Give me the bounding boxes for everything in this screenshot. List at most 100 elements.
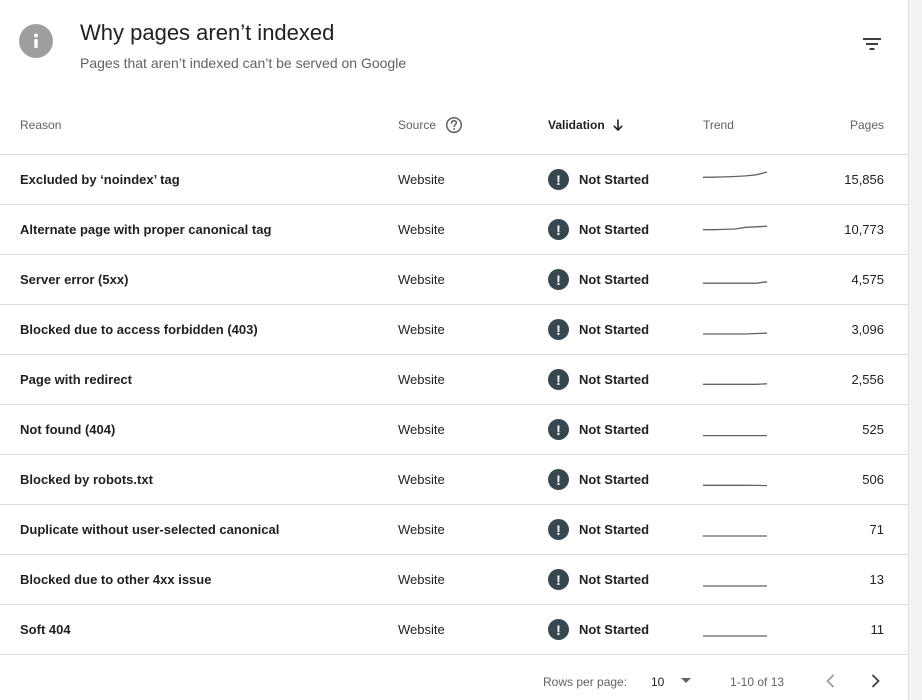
table-header: Reason Source Validation Trend Pages (0, 96, 908, 155)
exclamation-icon: ! (548, 369, 569, 390)
row-trend (702, 255, 768, 304)
row-source: Website (398, 605, 445, 654)
column-header-trend[interactable]: Trend (703, 96, 734, 154)
row-pages-count: 10,773 (844, 205, 884, 254)
table-row[interactable]: Blocked due to access forbidden (403) Web… (0, 305, 908, 355)
trend-sparkline (702, 270, 768, 290)
table-row[interactable]: Duplicate without user-selected canonica… (0, 505, 908, 555)
validation-status-label: Not Started (579, 622, 649, 637)
row-pages-count: 4,575 (851, 255, 884, 304)
row-validation-status: ! Not Started (548, 555, 649, 604)
row-validation-status: ! Not Started (548, 255, 649, 304)
validation-status-label: Not Started (579, 572, 649, 587)
validation-status-label: Not Started (579, 322, 649, 337)
row-validation-status: ! Not Started (548, 355, 649, 404)
table-row[interactable]: Excluded by ‘noindex’ tagWebsite!Not Sta… (0, 155, 908, 205)
row-trend (702, 305, 768, 354)
row-trend (702, 555, 768, 604)
report-header: Why pages aren’t indexed Pages that aren… (0, 0, 908, 95)
exclamation-icon: ! (548, 319, 569, 340)
arrow-down-icon (611, 118, 625, 132)
row-reason: Page with redirect (20, 355, 132, 404)
row-pages-count: 2,556 (851, 355, 884, 404)
table-row[interactable]: Blocked by robots.txtWebsite!Not Started… (0, 455, 908, 505)
validation-status-label: Not Started (579, 372, 649, 387)
row-source: Website (398, 305, 445, 354)
table-body: Excluded by ‘noindex’ tagWebsite!Not Sta… (0, 155, 908, 655)
row-source: Website (398, 205, 445, 254)
row-validation-status: ! Not Started (548, 405, 649, 454)
validation-status-label: Not Started (579, 472, 649, 487)
table-row[interactable]: Not found (404) Website! Not Started 525 (0, 405, 908, 455)
column-reason-label: Reason (20, 118, 61, 132)
column-pages-label: Pages (850, 118, 884, 132)
row-trend (702, 455, 768, 504)
exclamation-icon: ! (548, 169, 569, 190)
trend-sparkline (702, 220, 768, 240)
trend-sparkline (702, 520, 768, 540)
row-pages-count: 3,096 (851, 305, 884, 354)
row-reason: Server error (5xx) (20, 255, 128, 304)
column-validation-label: Validation (548, 118, 605, 132)
filter-button[interactable] (856, 28, 888, 60)
trend-sparkline (702, 370, 768, 390)
table-row[interactable]: Alternate page with proper canonical tag… (0, 205, 908, 255)
row-pages-count: 71 (870, 505, 884, 554)
row-pages-count: 11 (871, 605, 885, 654)
row-validation-status: ! Not Started (548, 455, 649, 504)
column-header-source[interactable]: Source (398, 96, 463, 154)
row-pages-count: 13 (870, 555, 884, 604)
row-validation-status: !Not Started (548, 605, 649, 654)
exclamation-icon: ! (548, 569, 569, 590)
validation-status-label: Not Started (579, 172, 649, 187)
row-trend (702, 355, 768, 404)
table-row[interactable]: Server error (5xx)Website!Not Started4,5… (0, 255, 908, 305)
trend-line (703, 172, 767, 177)
column-header-pages[interactable]: Pages (850, 96, 884, 154)
trend-line (703, 333, 767, 334)
trend-sparkline (702, 320, 768, 340)
dropdown-arrow-icon[interactable] (680, 674, 692, 686)
validation-status-label: Not Started (579, 422, 649, 437)
help-icon[interactable] (445, 116, 463, 134)
trend-line (703, 383, 767, 384)
row-reason: Not found (404) (20, 405, 115, 454)
trend-sparkline (702, 570, 768, 590)
rows-per-page-select[interactable]: 10 (651, 675, 664, 689)
row-pages-count: 525 (862, 405, 884, 454)
row-source: Website (398, 505, 445, 554)
validation-status-label: Not Started (579, 522, 649, 537)
row-source: Website (398, 155, 445, 204)
column-header-validation[interactable]: Validation (548, 96, 625, 154)
trend-line (703, 281, 767, 282)
row-trend (702, 155, 768, 204)
row-source: Website (398, 405, 445, 454)
table-row[interactable]: Soft 404 Website !Not Started 11 (0, 605, 908, 655)
row-source: Website (398, 355, 445, 404)
filter-icon (862, 36, 882, 52)
chevron-left-icon[interactable] (822, 672, 840, 690)
row-reason: Soft 404 (20, 605, 71, 654)
table-row[interactable]: Page with redirect Website! Not Started 2,5… (0, 355, 908, 405)
trend-line (703, 226, 767, 230)
validation-status-label: Not Started (579, 272, 649, 287)
trend-sparkline (702, 470, 768, 490)
column-header-reason[interactable]: Reason (20, 96, 61, 154)
row-trend (702, 605, 768, 654)
table-row[interactable]: Blocked due to other 4xx issueWebsite!No… (0, 555, 908, 605)
exclamation-icon: ! (548, 469, 569, 490)
row-validation-status: !Not Started (548, 205, 649, 254)
row-reason: Blocked due to access forbidden (403) (20, 305, 258, 354)
report-card: Why pages aren’t indexed Pages that aren… (0, 0, 909, 700)
chevron-right-icon[interactable] (866, 672, 884, 690)
row-validation-status: ! Not Started (548, 305, 649, 354)
row-reason: Alternate page with proper canonical tag (20, 205, 271, 254)
trend-sparkline (702, 170, 768, 190)
exclamation-icon: ! (548, 419, 569, 440)
validation-status-label: Not Started (579, 222, 649, 237)
exclamation-icon: ! (548, 269, 569, 290)
row-trend (702, 405, 768, 454)
row-pages-count: 506 (862, 455, 884, 504)
row-pages-count: 15,856 (844, 155, 884, 204)
pagination-footer: Rows per page: 10 1-10 of 13 (0, 660, 908, 700)
